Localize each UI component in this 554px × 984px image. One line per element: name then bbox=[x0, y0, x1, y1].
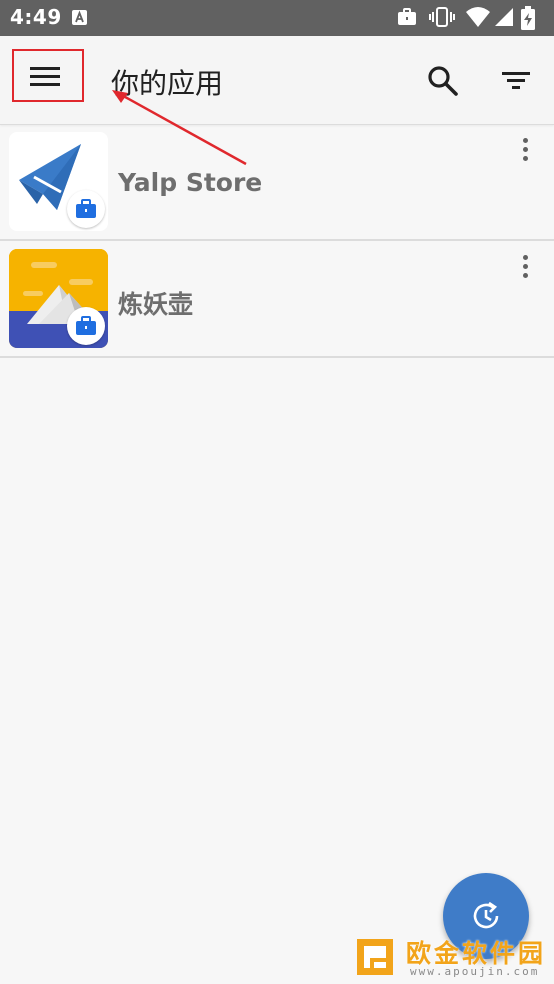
vibrate-icon bbox=[429, 7, 455, 27]
work-briefcase-icon bbox=[67, 307, 105, 345]
watermark: 欧金软件园 www.apoujin.com bbox=[352, 934, 548, 980]
status-time: 4:49 bbox=[10, 5, 62, 29]
app-name: 炼妖壶 bbox=[118, 290, 194, 319]
list-item[interactable]: Yalp Store bbox=[0, 124, 554, 241]
search-button[interactable] bbox=[426, 64, 460, 98]
briefcase-icon bbox=[398, 8, 416, 25]
battery-charging-icon bbox=[521, 6, 535, 30]
more-vert-icon[interactable] bbox=[514, 138, 536, 168]
page-title: 你的应用 bbox=[111, 67, 224, 100]
wifi-icon bbox=[466, 7, 490, 27]
filter-icon bbox=[502, 72, 530, 89]
app-toolbar: 你的应用 bbox=[0, 36, 554, 125]
watermark-logo-icon bbox=[357, 939, 393, 975]
app-list: Yalp Store 炼妖壶 bbox=[0, 124, 554, 358]
status-bar: 4:49 bbox=[0, 0, 554, 36]
refresh-clock-icon bbox=[473, 901, 499, 929]
watermark-url: www.apoujin.com bbox=[410, 965, 540, 978]
signal-icon bbox=[495, 8, 513, 26]
hamburger-menu-icon bbox=[30, 67, 60, 86]
work-briefcase-icon bbox=[67, 190, 105, 228]
search-icon bbox=[428, 66, 458, 96]
menu-button[interactable] bbox=[12, 49, 84, 102]
filter-button[interactable] bbox=[500, 66, 534, 96]
app-name: Yalp Store bbox=[118, 168, 263, 197]
more-vert-icon[interactable] bbox=[514, 255, 536, 285]
text-a-icon bbox=[72, 10, 87, 25]
list-item[interactable]: 炼妖壶 bbox=[0, 241, 554, 358]
